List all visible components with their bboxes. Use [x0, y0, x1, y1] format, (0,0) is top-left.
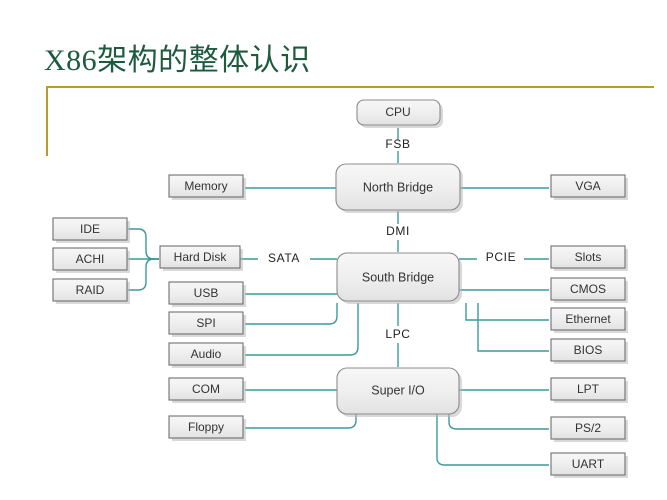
node-super-io: Super I/O	[336, 367, 462, 417]
node-floppy-label: Floppy	[188, 420, 224, 434]
wire-floppy-superio	[245, 414, 357, 429]
node-ethernet: Ethernet	[550, 307, 628, 333]
wire-ide-harddisk	[128, 228, 159, 260]
node-slots: Slots	[550, 245, 628, 271]
wire-audio-southbridge	[245, 303, 359, 356]
node-ps2-label: PS/2	[575, 421, 601, 435]
node-com: COM	[168, 377, 246, 403]
bus-label-pcie: PCIE	[486, 250, 516, 264]
node-bios: BIOS	[550, 338, 628, 364]
slide-canvas: X86架构的整体认识 CPU North Bridge South Bridge…	[0, 0, 667, 500]
bus-label-dmi: DMI	[386, 224, 410, 238]
node-audio: Audio	[168, 342, 246, 368]
node-uart: UART	[550, 452, 628, 478]
bus-label-lpc: LPC	[385, 327, 410, 341]
node-cmos-label: CMOS	[570, 282, 606, 296]
node-bios-label: BIOS	[574, 343, 603, 357]
node-audio-label: Audio	[191, 347, 222, 361]
node-south-bridge-label: South Bridge	[362, 270, 434, 284]
node-lpt: LPT	[550, 377, 628, 403]
wire-southbridge-bios	[477, 303, 549, 352]
bus-label-sata: SATA	[268, 251, 300, 265]
node-north-bridge: North Bridge	[335, 163, 463, 213]
node-hard-disk-label: Hard Disk	[174, 250, 228, 264]
node-raid-label: RAID	[76, 283, 105, 297]
node-achi-label: ACHI	[76, 252, 105, 266]
wire-superio-uart	[436, 414, 549, 466]
node-ide-label: IDE	[80, 222, 100, 236]
node-hard-disk: Hard Disk	[159, 245, 243, 271]
node-north-bridge-label: North Bridge	[363, 180, 433, 194]
node-ide: IDE	[52, 217, 130, 243]
node-vga: VGA	[550, 174, 628, 200]
node-memory-label: Memory	[184, 179, 227, 193]
node-cpu: CPU	[356, 99, 443, 128]
node-south-bridge: South Bridge	[336, 252, 462, 304]
node-slots-label: Slots	[575, 250, 602, 264]
node-lpt-label: LPT	[577, 382, 600, 396]
wire-spi-southbridge	[245, 303, 338, 325]
node-com-label: COM	[192, 382, 220, 396]
node-cmos: CMOS	[550, 277, 628, 303]
node-uart-label: UART	[572, 457, 605, 471]
bus-label-fsb: FSB	[385, 137, 410, 151]
node-super-io-label: Super I/O	[371, 383, 425, 397]
node-spi-label: SPI	[196, 316, 215, 330]
node-cpu-label: CPU	[385, 105, 410, 119]
node-floppy: Floppy	[168, 415, 246, 441]
wire-superio-ps2	[448, 414, 549, 430]
node-achi: ACHI	[52, 247, 130, 273]
node-ethernet-label: Ethernet	[565, 312, 611, 326]
node-raid: RAID	[52, 278, 130, 304]
wire-raid-harddisk	[128, 258, 159, 291]
architecture-diagram: CPU North Bridge South Bridge Super I/O …	[52, 99, 628, 478]
node-spi: SPI	[168, 311, 246, 337]
node-usb: USB	[168, 281, 246, 307]
node-ps2: PS/2	[550, 416, 628, 442]
node-memory: Memory	[168, 174, 246, 200]
node-vga-label: VGA	[575, 179, 600, 193]
node-usb-label: USB	[194, 286, 219, 300]
